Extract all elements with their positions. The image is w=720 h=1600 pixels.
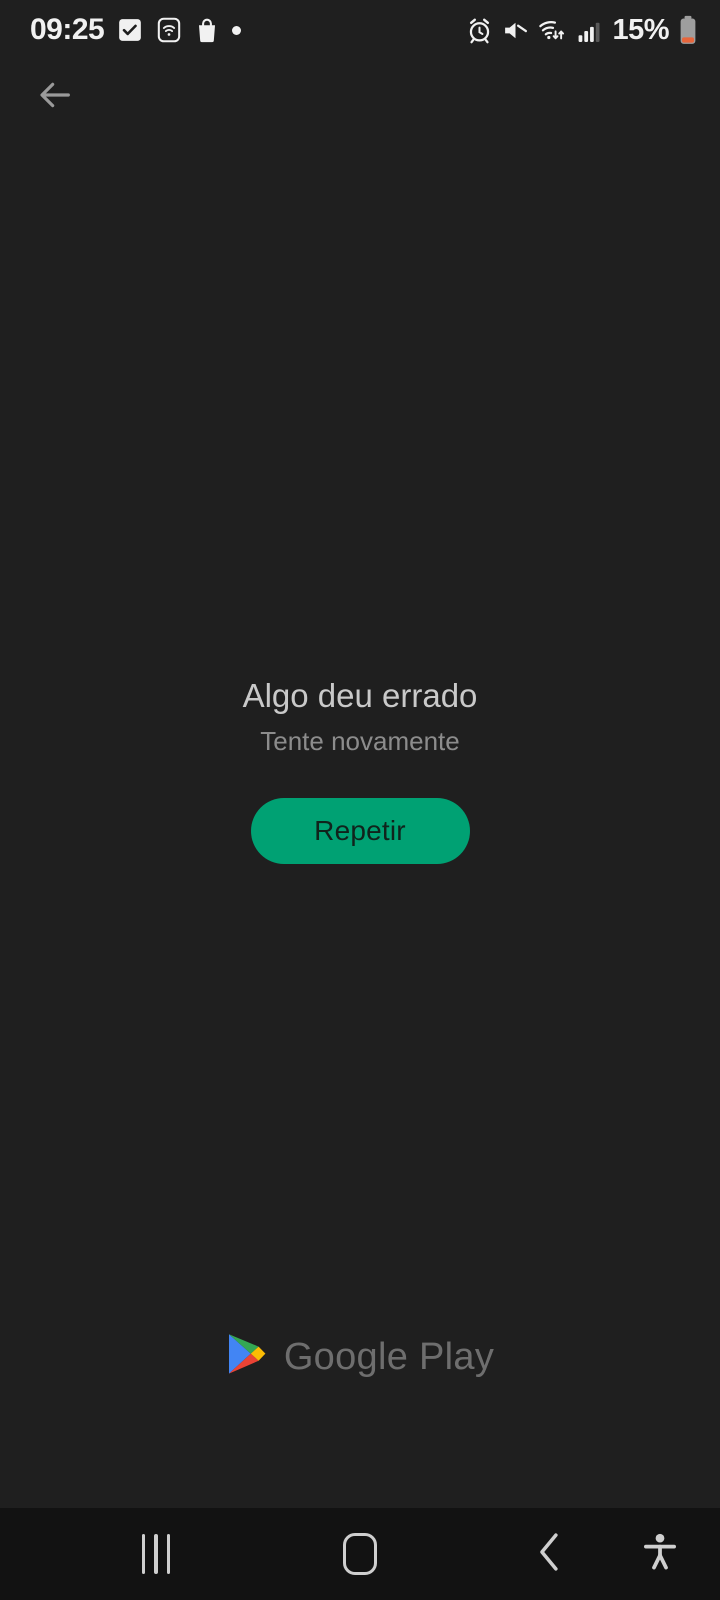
home-button[interactable]: [324, 1508, 396, 1600]
system-navigation-bar: [0, 1508, 720, 1600]
error-title: Algo deu errado: [242, 677, 478, 714]
retry-button-wrapper: Repetir: [0, 798, 720, 864]
app-screen: 09:25 15% Algo deu errado Tente novament…: [0, 0, 720, 1600]
battery-percent-label: 15%: [612, 13, 669, 46]
error-state-container: Algo deu errado Tente novamente Repetir: [0, 676, 720, 864]
shopping-bag-icon: [195, 17, 219, 43]
dot-icon: [232, 25, 242, 35]
battery-low-icon: [678, 15, 698, 45]
back-navigation-button[interactable]: [26, 68, 84, 126]
status-bar-left-group: 09:25: [30, 13, 242, 46]
status-bar: 09:25 15%: [0, 0, 720, 60]
google-play-logo-icon: [226, 1332, 268, 1381]
arrow-left-icon: [35, 75, 75, 120]
wifi-box-icon: [156, 17, 182, 43]
checkbox-checked-icon: [117, 17, 143, 43]
recents-button[interactable]: [120, 1508, 192, 1600]
status-bar-right-group: 15%: [466, 15, 698, 45]
accessibility-person-icon: [642, 1532, 678, 1577]
signal-bars-icon: [577, 18, 601, 43]
chevron-left-icon: [532, 1530, 568, 1579]
recents-icon: [141, 1534, 171, 1574]
wifi-transfer-icon: [538, 17, 568, 43]
google-play-wordmark: Google Play: [283, 1335, 495, 1378]
volume-muted-icon: [502, 18, 529, 43]
nav-back-button[interactable]: [514, 1508, 586, 1600]
accessibility-button[interactable]: [624, 1508, 696, 1600]
error-subtitle: Tente novamente: [260, 726, 460, 756]
status-clock: 09:25: [30, 13, 105, 46]
google-play-branding: Google Play: [0, 1332, 720, 1381]
retry-button[interactable]: Repetir: [250, 798, 470, 864]
home-icon: [343, 1533, 377, 1575]
alarm-clock-icon: [466, 17, 493, 44]
